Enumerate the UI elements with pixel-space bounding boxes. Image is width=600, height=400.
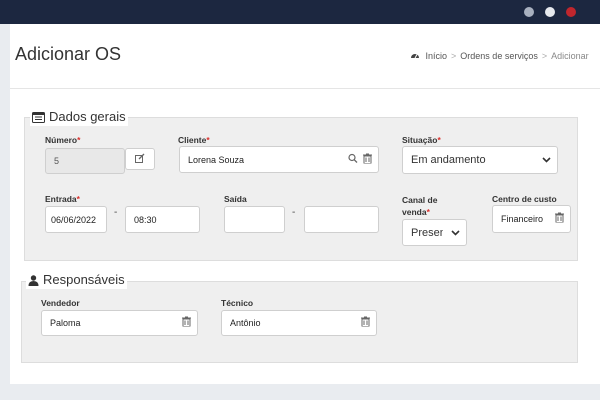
minimize-dot[interactable] xyxy=(524,7,534,17)
maximize-dot[interactable] xyxy=(545,7,555,17)
page-title: Adicionar OS xyxy=(15,44,122,64)
vendedor-value: Paloma xyxy=(50,318,81,328)
breadcrumb-separator: > xyxy=(451,51,457,61)
section-title-general: Dados gerais xyxy=(30,109,128,126)
app-window: Adicionar OS Início > Ordens de serviços > A… xyxy=(10,24,600,384)
saida-time-input[interactable] xyxy=(304,206,379,233)
saida-label: Saída xyxy=(224,194,247,204)
general-data-panel xyxy=(24,117,578,261)
breadcrumb-current: Adicionar xyxy=(551,51,589,61)
saida-date-input[interactable] xyxy=(224,206,285,233)
section-title-general-text: Dados gerais xyxy=(49,109,126,124)
centro-label: Centro de custo xyxy=(492,194,557,204)
trash-icon[interactable] xyxy=(363,153,372,166)
numero-field: 5 xyxy=(45,148,125,174)
cliente-input[interactable]: Lorena Souza xyxy=(179,146,379,173)
dashboard-icon xyxy=(410,51,423,61)
entrada-label: Entrada* xyxy=(45,194,80,204)
list-icon xyxy=(32,111,45,126)
centro-input[interactable]: Financeiro xyxy=(492,205,571,233)
chevron-down-icon xyxy=(451,228,460,238)
range-dash: - xyxy=(114,207,118,218)
section-title-responsible: Responsáveis xyxy=(26,272,127,289)
divider xyxy=(10,88,600,89)
section-title-responsible-text: Responsáveis xyxy=(43,272,125,287)
tecnico-input[interactable]: Antônio xyxy=(221,310,377,336)
edit-number-button[interactable] xyxy=(125,148,155,170)
breadcrumb-separator: > xyxy=(541,51,548,61)
centro-value: Financeiro xyxy=(501,214,544,224)
close-dot[interactable] xyxy=(566,7,576,17)
situacao-value: Em andamento xyxy=(411,154,486,166)
vendedor-label: Vendedor xyxy=(41,298,80,308)
user-icon xyxy=(28,274,39,289)
trash-icon[interactable] xyxy=(361,316,370,330)
trash-icon[interactable] xyxy=(555,212,564,226)
breadcrumb-orders[interactable]: Ordens de serviços xyxy=(460,51,538,61)
canal-select[interactable]: Presencial xyxy=(402,219,467,246)
situacao-label: Situação* xyxy=(402,135,441,145)
search-icon[interactable] xyxy=(348,153,358,166)
window-titlebar xyxy=(0,0,600,24)
tecnico-label: Técnico xyxy=(221,298,254,308)
situacao-select[interactable]: Em andamento xyxy=(402,146,558,174)
breadcrumb-home[interactable]: Início xyxy=(426,51,448,61)
cliente-label: Cliente* xyxy=(178,135,210,145)
canal-value: Presencial xyxy=(411,226,443,239)
entrada-time-input[interactable]: 08:30 xyxy=(125,206,200,233)
chevron-down-icon xyxy=(542,155,551,165)
numero-label: Número* xyxy=(45,135,81,145)
breadcrumb: Início > Ordens de serviços > Adicionar xyxy=(410,51,589,61)
trash-icon[interactable] xyxy=(182,316,191,330)
vendedor-input[interactable]: Paloma xyxy=(41,310,198,336)
pencil-icon xyxy=(135,153,145,166)
tecnico-value: Antônio xyxy=(230,318,261,328)
cliente-value: Lorena Souza xyxy=(188,154,245,165)
canal-label: Canal de venda* xyxy=(402,195,438,217)
range-dash: - xyxy=(292,207,296,218)
entrada-date-input[interactable]: 06/06/2022 xyxy=(45,206,107,233)
